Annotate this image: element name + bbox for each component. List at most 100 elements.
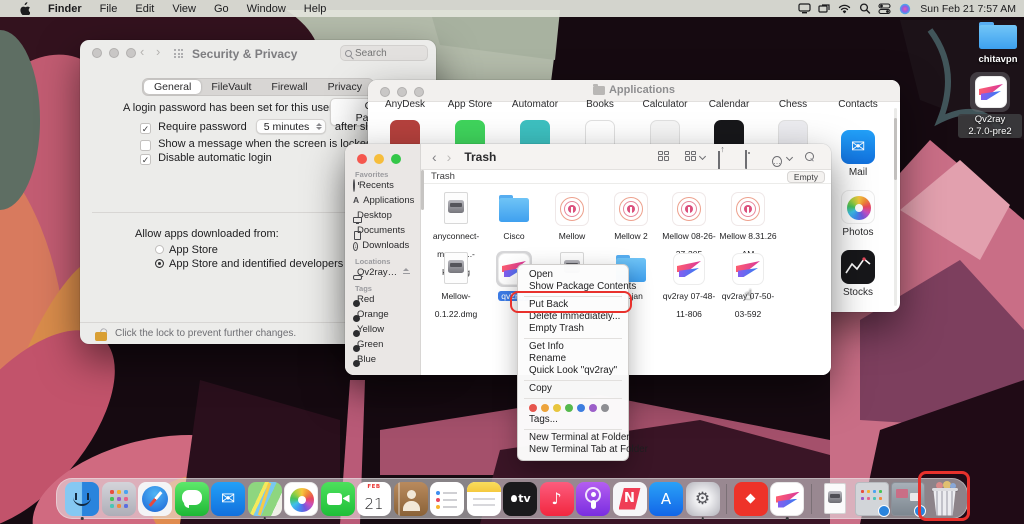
menu-item-copy[interactable]: Copy — [518, 383, 628, 395]
sidebar-item-orange[interactable]: Orange — [353, 309, 389, 320]
qv2ray-app[interactable]: Qv2ray 2.7.0-pre2 — [958, 72, 1022, 139]
search-field[interactable] — [340, 45, 428, 61]
menu-item-rename[interactable]: Rename — [518, 353, 628, 365]
dock-launchpad[interactable] — [102, 482, 136, 516]
forward-button[interactable]: › — [442, 149, 457, 165]
dock-mail[interactable]: ✉ — [211, 482, 245, 516]
menu-file[interactable]: File — [91, 0, 127, 17]
dock-facetime[interactable] — [321, 482, 355, 516]
app-item-mail[interactable]: ✉Mail — [823, 130, 893, 178]
dock-anydesk[interactable]: ◆ — [734, 482, 768, 516]
dock-reminders[interactable] — [430, 482, 464, 516]
tab-filevault[interactable]: FileVault — [201, 80, 261, 94]
dock-system-preferences[interactable]: ⚙ — [686, 482, 720, 516]
scrollbar[interactable] — [894, 108, 897, 306]
sidebar-item-yellow[interactable]: Yellow — [353, 324, 384, 335]
group-view-button[interactable] — [685, 151, 705, 163]
wifi-icon[interactable] — [837, 2, 852, 15]
menu-item-new-terminal-at-folder[interactable]: New Terminal at Folder — [518, 432, 628, 444]
back-button[interactable]: ‹ — [140, 44, 144, 59]
file-mellow-0-1-22-dmg[interactable]: Mellow-0.1.22.dmg — [427, 252, 485, 322]
tag-icon[interactable] — [745, 151, 759, 163]
menu-item-new-terminal-tab-at-folder[interactable]: New Terminal Tab at Folder — [518, 444, 628, 456]
zoom-button[interactable] — [391, 154, 401, 164]
dock-podcasts[interactable] — [576, 482, 610, 516]
more-actions-icon[interactable]: … — [772, 151, 792, 163]
control-center-icon[interactable] — [877, 2, 892, 15]
file-cisco[interactable]: Cisco — [485, 192, 543, 244]
dock-messages[interactable] — [175, 482, 209, 516]
menu-item-tags-[interactable]: Tags... — [518, 414, 628, 426]
show-all-icon[interactable] — [174, 49, 183, 58]
menu-go[interactable]: Go — [205, 0, 238, 17]
close-button[interactable] — [92, 48, 102, 58]
tag-color-dot[interactable] — [529, 404, 537, 412]
tab-privacy[interactable]: Privacy — [318, 80, 372, 94]
menu-item-show-package-contents[interactable]: Show Package Contents — [518, 281, 628, 293]
app-label-automator[interactable]: Automator — [500, 99, 570, 110]
sidebar-item-documents[interactable]: Documents — [353, 225, 405, 236]
sidebar-item-red[interactable]: Red — [353, 294, 374, 305]
minimize-button[interactable] — [397, 87, 407, 97]
dock-calendar[interactable]: FEB21 — [357, 482, 391, 516]
app-label-calendar[interactable]: Calendar — [694, 99, 764, 110]
sidebar-item-downloads[interactable]: ↓Downloads — [353, 240, 409, 251]
share-icon[interactable] — [718, 151, 732, 163]
tag-color-dot[interactable] — [589, 404, 597, 412]
show-message-checkbox[interactable]: ✓ — [140, 140, 151, 151]
close-button[interactable] — [357, 154, 367, 164]
windows-icon[interactable] — [817, 2, 832, 15]
menu-bar-clock[interactable]: Sun Feb 21 7:57 AM — [920, 3, 1016, 15]
sidebar-item-green[interactable]: Green — [353, 339, 383, 350]
dock-minimized-window-1[interactable] — [855, 482, 889, 516]
menu-finder[interactable]: Finder — [39, 0, 91, 17]
display-icon[interactable] — [797, 2, 812, 15]
dock-safari[interactable] — [138, 482, 172, 516]
siri-icon[interactable] — [897, 2, 912, 15]
dock-music[interactable]: ♪ — [540, 482, 574, 516]
sidebar-item-qv2ray[interactable]: Qv2ray… — [353, 267, 410, 278]
icon-view-button[interactable] — [658, 151, 672, 163]
tab-firewall[interactable]: Firewall — [261, 80, 317, 94]
file-mellow[interactable]: Mellow — [543, 192, 601, 244]
file-mellow-2[interactable]: Mellow 2 — [602, 192, 660, 244]
dock-qv2ray[interactable] — [770, 482, 804, 516]
menu-item-quick-look-qv2ray-[interactable]: Quick Look "qv2ray" — [518, 365, 628, 377]
unlock-icon[interactable] — [95, 327, 108, 341]
tag-color-dot[interactable] — [565, 404, 573, 412]
app-item-stocks[interactable]: Stocks — [823, 250, 893, 298]
sidebar-item-applications[interactable]: AApplications — [353, 195, 414, 206]
app-label-calculator[interactable]: Calculator — [630, 99, 700, 110]
interval-dropdown[interactable]: 5 minutes — [256, 119, 326, 134]
dock-app-store[interactable]: A — [649, 482, 683, 516]
tag-color-dot[interactable] — [553, 404, 561, 412]
dock-dmg-file[interactable] — [818, 482, 852, 516]
dock-photos[interactable] — [284, 482, 318, 516]
tag-color-dot[interactable] — [601, 404, 609, 412]
app-label-books[interactable]: Books — [565, 99, 635, 110]
apple-menu[interactable] — [10, 0, 39, 17]
menu-item-empty-trash[interactable]: Empty Trash — [518, 323, 628, 335]
menu-item-get-info[interactable]: Get Info — [518, 341, 628, 353]
dock-apple-tv[interactable]: tv — [503, 482, 537, 516]
sidebar-item-desktop[interactable]: Desktop — [353, 210, 392, 221]
dock-news[interactable]: N — [613, 482, 647, 516]
file-qv2ray-07-50-03-592[interactable]: qv2ray 07-50-03-592 — [719, 252, 777, 322]
menu-window[interactable]: Window — [238, 0, 295, 17]
menu-edit[interactable]: Edit — [126, 0, 163, 17]
dock-notes[interactable] — [467, 482, 501, 516]
tag-color-dot[interactable] — [577, 404, 585, 412]
require-password-checkbox[interactable]: ✓ — [140, 123, 151, 134]
search-input[interactable] — [355, 48, 415, 59]
close-button[interactable] — [380, 87, 390, 97]
radio-option-0[interactable] — [155, 245, 164, 254]
zoom-button[interactable] — [126, 48, 136, 58]
menu-item-open[interactable]: Open — [518, 269, 628, 281]
zoom-button[interactable] — [414, 87, 424, 97]
app-label-chess[interactable]: Chess — [758, 99, 828, 110]
file-qv2ray-07-48-11-806[interactable]: qv2ray 07-48-11-806 — [660, 252, 718, 322]
tab-general[interactable]: General — [144, 80, 201, 94]
radio-option-1[interactable] — [155, 259, 164, 268]
spotlight-icon[interactable] — [857, 2, 872, 15]
sidebar-scrollbar[interactable] — [421, 170, 424, 210]
